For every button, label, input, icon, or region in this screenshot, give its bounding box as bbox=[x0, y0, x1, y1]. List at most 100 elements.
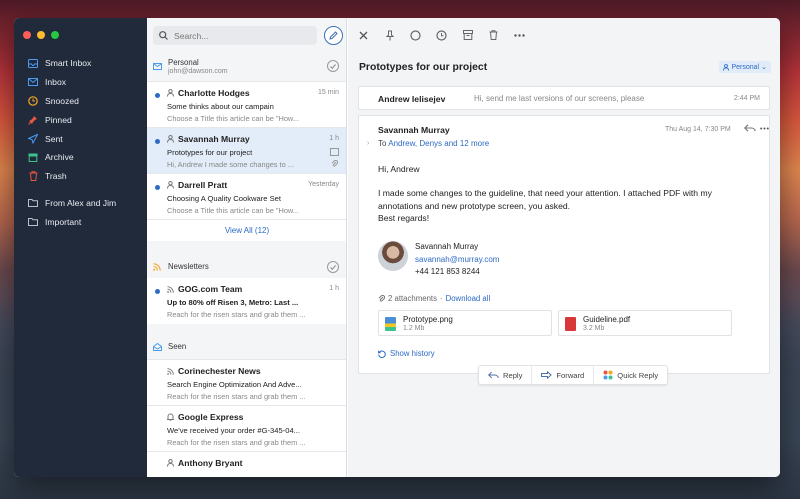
message-item[interactable]: Charlotte Hodges 15 min Some thinks abou… bbox=[147, 81, 346, 127]
message-preview: Reach for the risen stars and grab them … bbox=[167, 392, 306, 401]
sidebar-item-archive[interactable]: Archive bbox=[14, 148, 147, 167]
recipients-list[interactable]: Andrew, Denys and 12 more bbox=[388, 139, 489, 148]
message-date: Thu Aug 14, 7:30 PM bbox=[665, 126, 731, 133]
sidebar-item-snoozed[interactable]: Snoozed bbox=[14, 92, 147, 111]
sidebar-item-important[interactable]: Important bbox=[14, 212, 147, 231]
pencil-icon bbox=[329, 31, 338, 40]
attachment-item[interactable]: Prototype.png 1.2 Mb bbox=[378, 310, 552, 336]
body-paragraph: I made some changes to the guideline, th… bbox=[378, 188, 712, 211]
rss-feed-icon bbox=[167, 285, 174, 293]
attachment-item[interactable]: Guideline.pdf 3.2 Mb bbox=[558, 310, 732, 336]
more-horizontal-icon bbox=[514, 33, 525, 37]
message-subject: We've received your order #G-345-04... bbox=[167, 426, 300, 435]
sidebar: Smart Inbox Inbox Snoozed Pinned Sent Ar… bbox=[14, 18, 147, 477]
download-all-link[interactable]: Download all bbox=[446, 294, 491, 303]
paper-plane-icon bbox=[28, 133, 38, 144]
view-all-label: View All (12) bbox=[224, 226, 270, 235]
reply-actions-bar: Reply Forward Quick Reply bbox=[478, 365, 669, 385]
mark-all-read-button[interactable] bbox=[327, 60, 339, 72]
message-more-button[interactable] bbox=[760, 122, 769, 133]
sidebar-item-inbox[interactable]: Inbox bbox=[14, 73, 147, 92]
message-subject: Up to 80% off Risen 3, Metro: Last ... bbox=[167, 298, 299, 307]
close-message-button[interactable] bbox=[357, 29, 370, 42]
collapsed-message[interactable]: Andrew Ielisejev Hi, send me last versio… bbox=[358, 86, 770, 110]
chevron-right-icon[interactable]: › bbox=[367, 140, 369, 147]
message-sender: Google Express bbox=[178, 412, 244, 422]
thread-subject: Prototypes for our project bbox=[359, 62, 488, 73]
snooze-clock-icon bbox=[28, 96, 38, 106]
group-personal: Personal john@dawson.com Charlotte Hodge… bbox=[147, 51, 346, 241]
group-header[interactable]: Newsletters bbox=[147, 256, 346, 278]
message-sender: Anthony Bryant bbox=[178, 458, 243, 468]
message-item-selected[interactable]: Savannah Murray 1 h Prototypes for our p… bbox=[147, 127, 346, 173]
show-history-link[interactable]: Show history bbox=[378, 349, 435, 358]
snooze-button[interactable] bbox=[435, 29, 448, 42]
forward-button[interactable]: Forward bbox=[532, 366, 595, 384]
close-window-button[interactable] bbox=[23, 31, 31, 39]
attachment-size: 1.2 Mb bbox=[403, 325, 425, 332]
unread-dot bbox=[155, 139, 160, 144]
sidebar-item-label: Inbox bbox=[45, 77, 67, 88]
minimize-window-button[interactable] bbox=[37, 31, 45, 39]
sidebar-item-from-alex-and-jim[interactable]: From Alex and Jim bbox=[14, 194, 147, 213]
message-preview: Hi, send me last versions of our screens… bbox=[474, 94, 645, 103]
reply-arrow-icon bbox=[488, 371, 499, 379]
message-item[interactable]: Corinechester News Search Engine Optimiz… bbox=[147, 359, 346, 405]
message-sender: GOG.com Team bbox=[178, 284, 243, 294]
checkmark-icon bbox=[330, 63, 336, 69]
person-icon bbox=[167, 459, 174, 467]
sidebar-item-pinned[interactable]: Pinned bbox=[14, 110, 147, 129]
message-subject: Search Engine Optimization And Adve... bbox=[167, 380, 302, 389]
folder-tag-dropdown[interactable]: Personal ⌄ bbox=[719, 61, 771, 73]
person-icon bbox=[723, 63, 730, 71]
archive-button[interactable] bbox=[461, 29, 474, 42]
unread-dot bbox=[155, 93, 160, 98]
attachments-header: 2 attachments · Download all bbox=[378, 294, 490, 303]
window-controls bbox=[23, 31, 59, 39]
message-list-pane: Search... Personal john@dawson.com Charl… bbox=[147, 18, 347, 477]
mark-done-button[interactable] bbox=[409, 29, 422, 42]
group-header[interactable]: Personal john@dawson.com bbox=[147, 51, 346, 81]
message-sender: Savannah Murray bbox=[378, 125, 450, 135]
quick-reply-dots-icon bbox=[603, 370, 613, 380]
more-actions-button[interactable] bbox=[513, 29, 526, 42]
compose-button[interactable] bbox=[324, 26, 343, 45]
sidebar-item-label: Important bbox=[45, 216, 82, 227]
sidebar-item-smart-inbox[interactable]: Smart Inbox bbox=[14, 54, 147, 73]
zoom-window-button[interactable] bbox=[51, 31, 59, 39]
more-horizontal-icon bbox=[760, 127, 769, 130]
forward-label: Forward bbox=[556, 370, 585, 380]
message-sender: Corinechester News bbox=[178, 366, 261, 376]
message-item[interactable]: Darrell Pratt Yesterday Choosing A Quali… bbox=[147, 173, 346, 219]
view-all-link[interactable]: View All (12) bbox=[147, 219, 346, 241]
sidebar-item-sent[interactable]: Sent bbox=[14, 129, 147, 148]
group-header[interactable]: Seen bbox=[147, 335, 346, 359]
search-input[interactable]: Search... bbox=[153, 26, 317, 45]
sidebar-item-trash[interactable]: Trash bbox=[14, 167, 147, 186]
message-preview: Choose a Title this article can be "How.… bbox=[167, 114, 300, 123]
message-time: 1 h bbox=[329, 135, 339, 142]
group-seen: Seen Corinechester News Search Engine Op… bbox=[147, 335, 346, 477]
message-subject: Choosing A Quality Cookware Set bbox=[167, 194, 281, 203]
message-item[interactable]: GOG.com Team 1 h Up to 80% off Risen 3, … bbox=[147, 278, 346, 324]
smart-inbox-icon bbox=[28, 58, 38, 68]
recipients[interactable]: To Andrew, Denys and 12 more bbox=[378, 139, 489, 148]
reply-button[interactable]: Reply bbox=[479, 366, 533, 384]
message-subject: Some thinks about our campain bbox=[167, 102, 274, 111]
quick-reply-button[interactable]: Quick Reply bbox=[594, 366, 667, 384]
pin-button[interactable] bbox=[383, 29, 396, 42]
history-icon bbox=[378, 349, 386, 358]
signature-email-link[interactable]: savannah@murray.com bbox=[415, 254, 499, 267]
rss-feed-icon bbox=[167, 367, 174, 375]
sidebar-item-label: Pinned bbox=[45, 114, 72, 125]
message-time: 1 h bbox=[329, 285, 339, 292]
reply-icon-button[interactable] bbox=[744, 124, 756, 134]
message-item[interactable]: Anthony Bryant bbox=[147, 451, 346, 477]
body-closing: Best regards! bbox=[378, 213, 430, 224]
message-item[interactable]: Google Express We've received your order… bbox=[147, 405, 346, 451]
message-sender: Savannah Murray bbox=[178, 134, 250, 144]
delete-button[interactable] bbox=[487, 29, 500, 42]
mark-all-read-button[interactable] bbox=[327, 261, 339, 273]
attachment-name: Prototype.png bbox=[403, 315, 453, 324]
message-time: 15 min bbox=[317, 89, 339, 96]
